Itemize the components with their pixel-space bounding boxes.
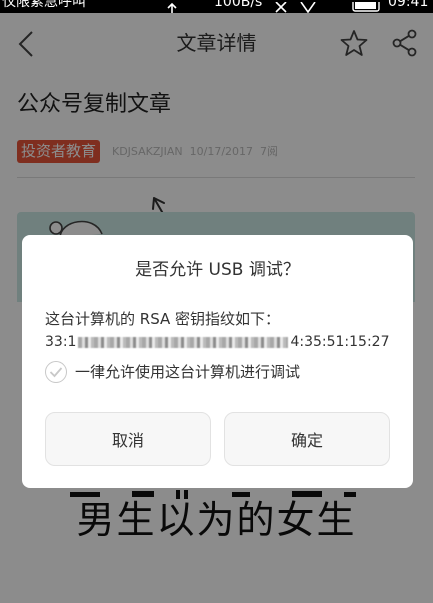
always-allow-label: 一律允许使用这台计算机进行调试 [75, 363, 301, 381]
wifi-icon [300, 0, 316, 13]
checkmark-icon [49, 367, 63, 378]
dialog-description: 这台计算机的 RSA 密钥指纹如下： [45, 310, 281, 328]
battery-icon [352, 0, 382, 13]
always-allow-checkbox[interactable] [45, 361, 67, 383]
no-signal-icon [274, 0, 288, 13]
dialog-title: 是否允许 USB 调试？ [135, 260, 300, 280]
carrier-status-text: 仅限紧急呼叫 [2, 0, 86, 10]
fingerprint-end: 4:35:51:15:27 [290, 334, 390, 350]
network-speed: 100B/s [214, 0, 263, 10]
rsa-fingerprint: 33:1 4:35:51:15:27 [45, 332, 390, 352]
fingerprint-redacted [78, 336, 289, 348]
upload-arrow-icon [166, 0, 178, 13]
fingerprint-start: 33:1 [45, 334, 77, 350]
status-bar: 仅限紧急呼叫 100B/s 09:41 [0, 0, 433, 13]
usb-debug-dialog: 是否允许 USB 调试？ 这台计算机的 RSA 密钥指纹如下： 33:1 4:3… [22, 235, 413, 488]
clock-time: 09:41 [388, 0, 429, 10]
cancel-button[interactable]: 取消 [45, 412, 211, 466]
confirm-button[interactable]: 确定 [224, 412, 390, 466]
always-allow-row[interactable]: 一律允许使用这台计算机进行调试 [45, 361, 300, 383]
